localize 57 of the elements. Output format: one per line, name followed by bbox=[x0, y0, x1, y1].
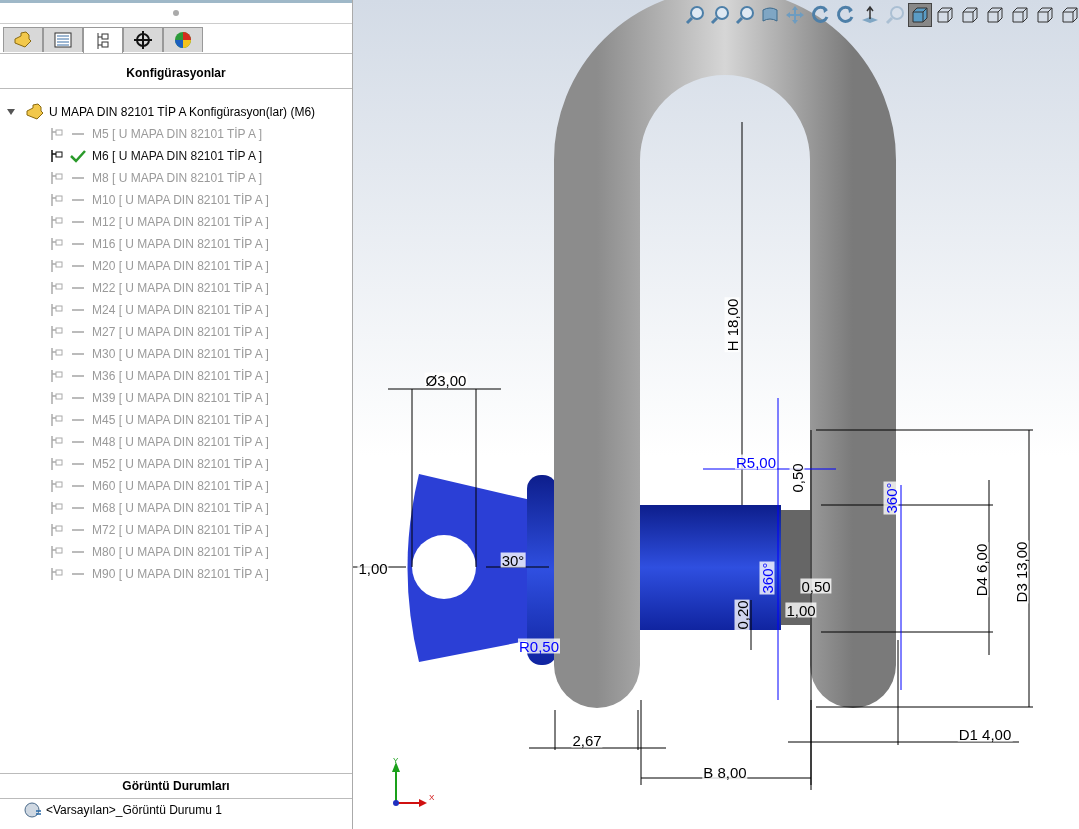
dimension-label[interactable]: 0,50 bbox=[800, 578, 832, 594]
sphere-icon bbox=[24, 801, 42, 819]
configuration-icon bbox=[50, 523, 64, 537]
axis-label: Y bbox=[393, 756, 399, 765]
triad-drawing bbox=[392, 762, 427, 807]
configuration-icon bbox=[50, 303, 64, 317]
properties-tab[interactable] bbox=[43, 27, 83, 52]
configuration-icon bbox=[50, 193, 64, 207]
configuration-item[interactable]: M6 [ U MAPA DIN 82101 TİP A ] bbox=[92, 149, 263, 163]
dimension-label[interactable]: 30° bbox=[500, 552, 526, 568]
zoom-fit-button[interactable] bbox=[683, 3, 707, 27]
tree-icon bbox=[95, 31, 111, 50]
dimension-label[interactable]: R5,00 bbox=[735, 454, 777, 470]
configuration-icon bbox=[50, 435, 64, 449]
splitter-handle[interactable] bbox=[173, 10, 179, 16]
configuration-icon bbox=[50, 567, 64, 581]
color-wheel-icon bbox=[174, 31, 192, 49]
dimension-label[interactable]: 360° bbox=[883, 481, 899, 515]
configuration-icon bbox=[50, 369, 64, 383]
configuration-icon bbox=[50, 127, 64, 141]
crosshair-icon bbox=[134, 31, 152, 49]
dimension-label[interactable]: 0,20 bbox=[734, 599, 750, 631]
configuration-icon bbox=[50, 237, 64, 251]
display-state-item[interactable]: <Varsayılan>_Görüntü Durumu 1 bbox=[46, 803, 222, 817]
configuration-icon bbox=[50, 281, 64, 295]
configuration-icon bbox=[50, 215, 64, 229]
tree-item[interactable]: U MAPA DIN 82101 TİP A Konfigürasyon(lar) (M6) bbox=[49, 105, 316, 119]
zoom-in-button[interactable] bbox=[708, 3, 732, 27]
configuration-icon bbox=[50, 347, 64, 361]
section-title: Görüntü Durumları bbox=[0, 774, 352, 799]
configuration-icon bbox=[50, 259, 64, 273]
part-icon bbox=[13, 31, 33, 49]
crosshair-tab[interactable] bbox=[123, 27, 163, 52]
configuration-icon bbox=[50, 391, 64, 405]
configuration-icon bbox=[50, 171, 64, 185]
caret-icon[interactable] bbox=[7, 109, 15, 115]
panel-title: Konfigürasyonlar bbox=[0, 54, 352, 89]
configuration-icon bbox=[50, 457, 64, 471]
dimension-label[interactable]: 360° bbox=[759, 561, 775, 595]
list-icon bbox=[54, 32, 72, 48]
zoom-area-button[interactable] bbox=[733, 3, 757, 27]
shaded-button[interactable] bbox=[908, 3, 932, 27]
dimension-label[interactable]: 1,00 bbox=[785, 602, 817, 618]
configuration-icon bbox=[50, 501, 64, 515]
configuration-icon bbox=[50, 479, 64, 493]
configuration-icon bbox=[50, 325, 64, 339]
dimension-label[interactable]: 0,50 bbox=[789, 462, 805, 494]
part-tab[interactable] bbox=[3, 27, 43, 52]
appearance-tab[interactable] bbox=[163, 27, 203, 52]
part-icon bbox=[25, 103, 45, 121]
dimension-label[interactable]: Ø3,00 bbox=[424, 372, 468, 388]
configuration-icon bbox=[50, 545, 64, 559]
configuration-icon bbox=[50, 413, 64, 427]
configuration-icon bbox=[50, 149, 64, 163]
dimension-label[interactable]: H 18,00 bbox=[724, 297, 740, 353]
dimension-label[interactable]: R0,50 bbox=[518, 638, 560, 654]
axis-label: X bbox=[429, 793, 435, 802]
